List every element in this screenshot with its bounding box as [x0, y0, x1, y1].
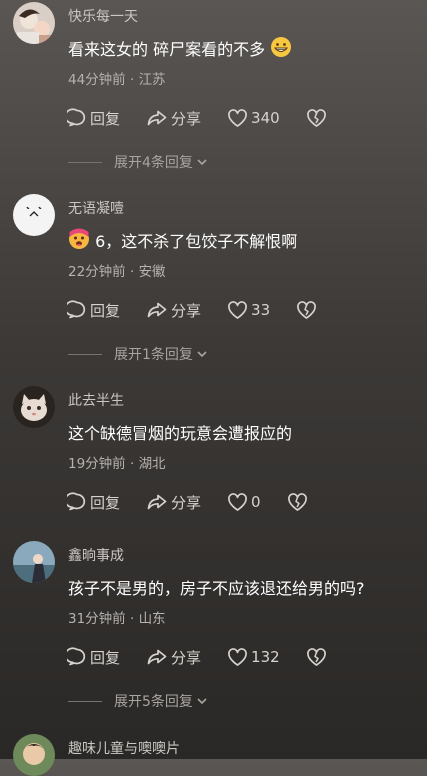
comment-location: 安徽 — [138, 264, 166, 280]
share-arrow-icon — [147, 302, 167, 318]
like-count: 33 — [251, 301, 271, 319]
broken-heart-icon — [297, 300, 316, 319]
dislike-button[interactable] — [296, 300, 317, 320]
heart-icon — [228, 647, 247, 666]
reply-button[interactable]: 回复 — [67, 492, 120, 513]
comment-location: 山东 — [138, 611, 166, 627]
comment-text: 6，这不杀了包饺子不解恨啊 — [68, 228, 297, 254]
share-label: 分享 — [171, 493, 202, 512]
like-count: 340 — [251, 109, 280, 127]
comment-time: 19分钟前 — [68, 456, 126, 472]
comment-time: 31分钟前 — [68, 611, 126, 627]
reply-label: 回复 — [90, 493, 121, 512]
divider-line — [68, 700, 102, 702]
like-button[interactable]: 0 — [227, 492, 261, 512]
like-count: 0 — [251, 493, 261, 511]
comment-text-body: 看来这女的 碎尸案看的不多 — [68, 40, 266, 59]
username[interactable]: 鑫晌事成 — [68, 545, 124, 565]
comment-meta: 31分钟前 · 山东 — [68, 607, 166, 627]
divider-line — [68, 161, 102, 163]
comment-actions: 回复 分享 0 — [67, 490, 308, 514]
comment-actions: 回复 分享 132 — [67, 645, 327, 669]
avatar[interactable] — [13, 386, 55, 428]
chat-bubble-icon — [67, 647, 86, 666]
comment-meta: 19分钟前 · 湖北 — [68, 452, 166, 472]
broken-heart-icon — [287, 492, 307, 511]
comment-location: 湖北 — [138, 456, 166, 472]
chat-bubble-icon — [67, 492, 86, 511]
like-button[interactable]: 33 — [227, 300, 271, 320]
chat-bubble-icon — [67, 108, 86, 127]
comment-location: 江苏 — [138, 72, 166, 88]
username[interactable]: 趣味儿童与噢噢片 — [68, 738, 180, 758]
share-arrow-icon — [147, 110, 167, 126]
share-label: 分享 — [171, 109, 202, 128]
chat-bubble-icon — [67, 300, 86, 319]
broken-heart-icon — [306, 647, 326, 666]
share-button[interactable]: 分享 — [146, 108, 201, 129]
share-label: 分享 — [171, 648, 202, 667]
avatar[interactable] — [13, 194, 55, 236]
heart-icon — [228, 300, 247, 319]
meta-separator: · — [125, 456, 139, 472]
like-count: 132 — [251, 648, 280, 666]
username[interactable]: 快乐每一天 — [68, 6, 138, 26]
chevron-down-icon[interactable] — [195, 155, 209, 169]
dislike-button[interactable] — [306, 647, 327, 667]
avatar[interactable] — [13, 541, 55, 583]
reply-label: 回复 — [90, 109, 121, 128]
meta-separator: · — [125, 72, 139, 88]
share-button[interactable]: 分享 — [146, 300, 201, 321]
comment-actions: 回复 分享 33 — [67, 298, 317, 322]
hot-face-icon — [68, 228, 90, 254]
comment-time: 44分钟前 — [68, 72, 126, 88]
like-button[interactable]: 340 — [227, 108, 280, 128]
share-button[interactable]: 分享 — [146, 492, 201, 513]
divider-line — [68, 353, 102, 355]
reply-label: 回复 — [90, 648, 121, 667]
grinning-face-icon — [270, 36, 292, 62]
reply-button[interactable]: 回复 — [67, 108, 120, 129]
dislike-button[interactable] — [306, 108, 327, 128]
heart-icon — [228, 492, 247, 511]
comment-text: 这个缺德冒烟的玩意会遭报应的 — [68, 424, 293, 443]
username[interactable]: 无语凝噎 — [68, 198, 124, 218]
broken-heart-icon — [306, 108, 326, 127]
avatar[interactable] — [13, 734, 55, 776]
reply-label: 回复 — [90, 301, 121, 320]
avatar[interactable] — [13, 2, 55, 44]
dislike-button[interactable] — [287, 492, 308, 512]
meta-separator: · — [125, 264, 139, 280]
chevron-down-icon[interactable] — [195, 694, 209, 708]
comment-meta: 44分钟前 · 江苏 — [68, 68, 166, 88]
comment-time: 22分钟前 — [68, 264, 126, 280]
comment-meta: 22分钟前 · 安徽 — [68, 260, 166, 280]
comment-text-body: 6，这不杀了包饺子不解恨啊 — [95, 232, 298, 251]
reply-button[interactable]: 回复 — [67, 300, 120, 321]
share-label: 分享 — [171, 301, 202, 320]
expand-replies-button[interactable]: 展开1条回复 — [114, 344, 193, 364]
meta-separator: · — [125, 611, 139, 627]
expand-replies: 展开1条回复 — [68, 344, 209, 364]
heart-icon — [228, 108, 247, 127]
username[interactable]: 此去半生 — [68, 390, 124, 410]
chevron-down-icon[interactable] — [195, 347, 209, 361]
expand-replies-button[interactable]: 展开5条回复 — [114, 691, 193, 711]
comment-actions: 回复 分享 340 — [67, 106, 327, 130]
share-arrow-icon — [147, 649, 167, 665]
share-arrow-icon — [147, 494, 167, 510]
expand-replies: 展开5条回复 — [68, 691, 209, 711]
expand-replies: 展开4条回复 — [68, 152, 209, 172]
share-button[interactable]: 分享 — [146, 647, 201, 668]
comment-text: 孩子不是男的，房子不应该退还给男的吗? — [68, 579, 365, 598]
reply-button[interactable]: 回复 — [67, 647, 120, 668]
like-button[interactable]: 132 — [227, 647, 280, 667]
comment-text: 看来这女的 碎尸案看的不多 — [68, 36, 292, 62]
expand-replies-button[interactable]: 展开4条回复 — [114, 152, 193, 172]
